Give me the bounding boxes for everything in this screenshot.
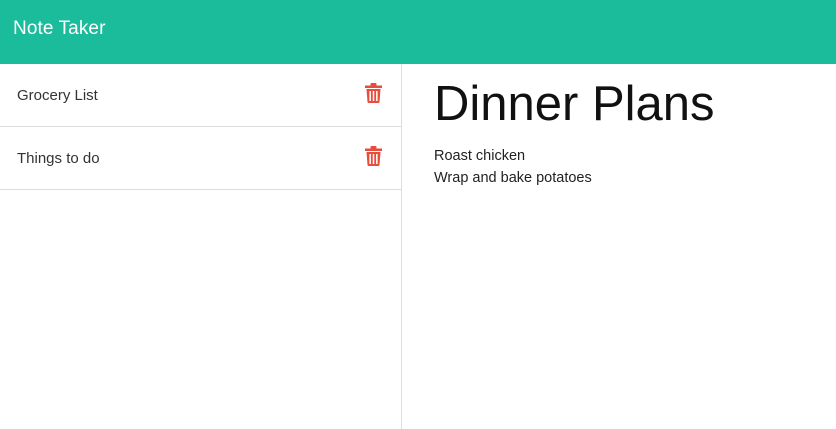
note-list-item-title[interactable]: Things to do (17, 150, 100, 167)
note-list-item[interactable]: Grocery List (0, 64, 401, 127)
note-list-item-title[interactable]: Grocery List (17, 87, 98, 104)
note-title[interactable]: Dinner Plans (434, 76, 715, 132)
trash-icon[interactable] (365, 83, 382, 103)
note-body-line: Wrap and bake potatoes (434, 170, 592, 186)
trash-icon[interactable] (365, 146, 382, 166)
note-list: Grocery List Things to do (0, 64, 402, 429)
note-list-item[interactable]: Things to do (0, 127, 401, 190)
brand-title[interactable]: Note Taker (13, 18, 106, 40)
note-view: Dinner Plans Roast chicken Wrap and bake… (402, 64, 836, 429)
navbar: Note Taker (0, 0, 836, 64)
note-body[interactable]: Roast chicken Wrap and bake potatoes (434, 145, 592, 189)
note-body-line: Roast chicken (434, 148, 526, 164)
